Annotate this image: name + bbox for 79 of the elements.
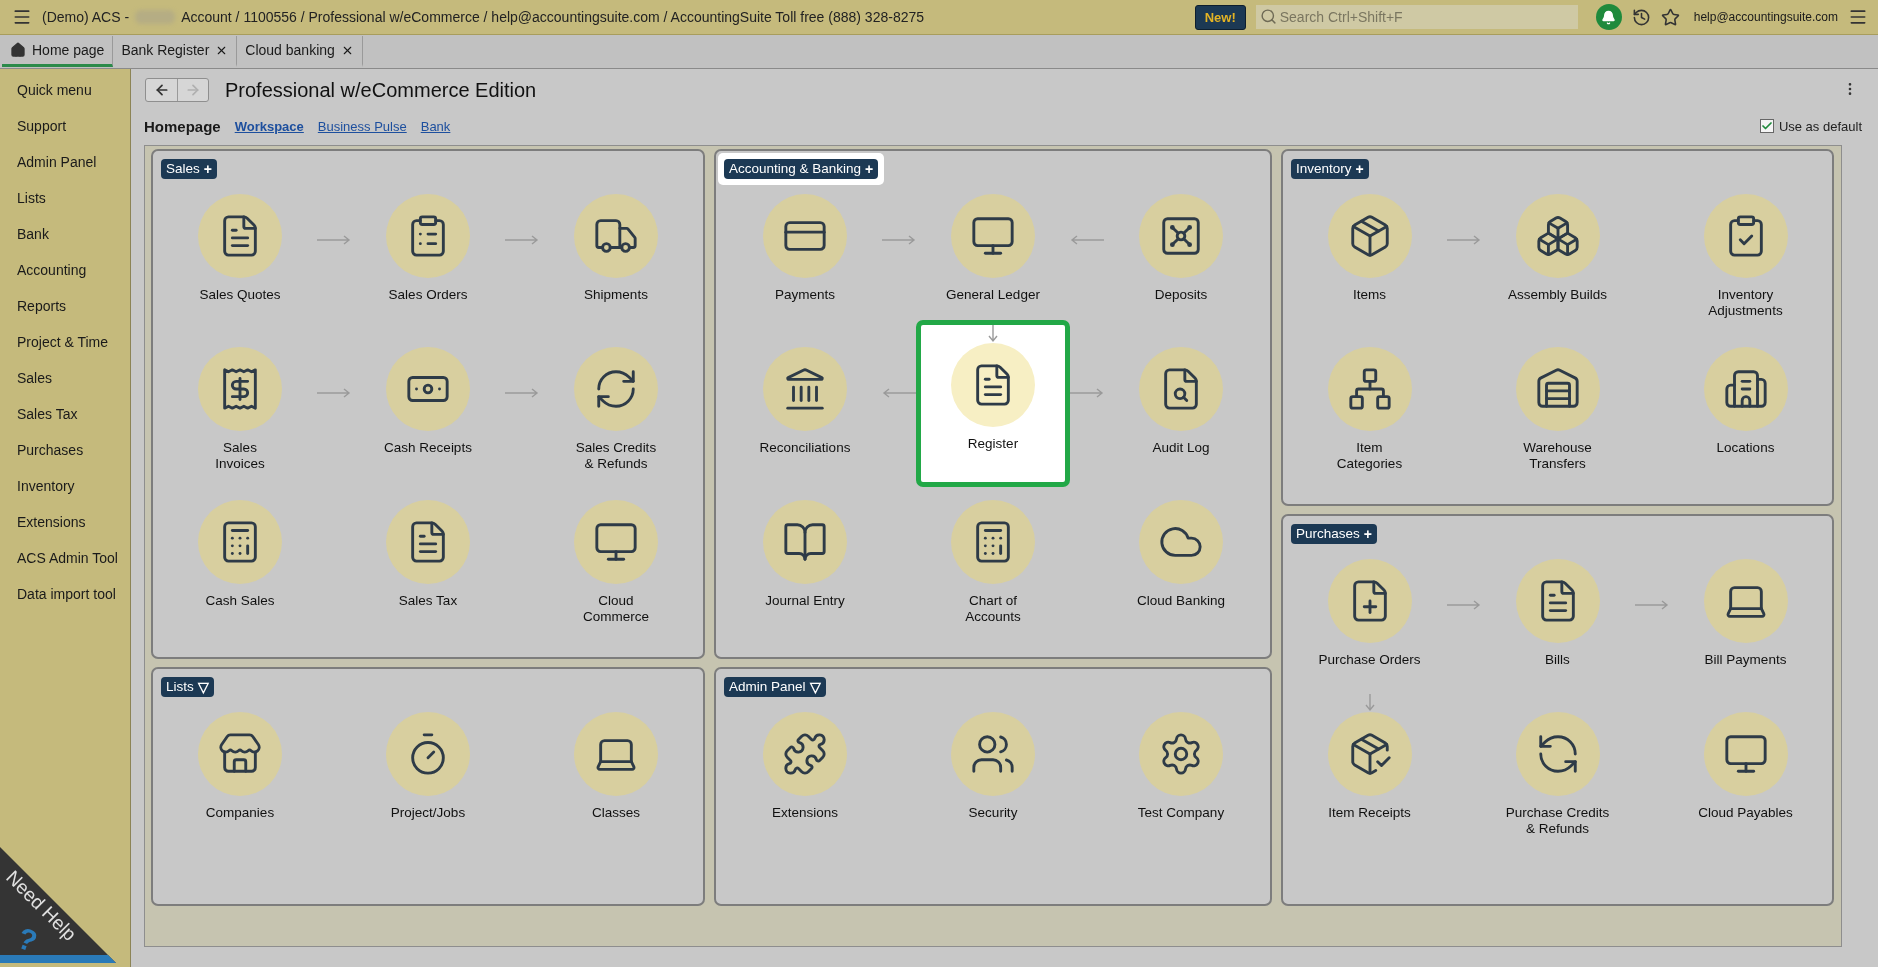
page-title: Professional w/eCommerce Edition <box>225 78 537 102</box>
window-title: Account / 1100556 / Professional w/eCommerce / help@accountingsuite.com / AccountingSuite Toll free (888) 328-8275 <box>181 9 925 25</box>
shortcut-label[interactable]: Sales Invoices <box>215 440 265 472</box>
nav-link[interactable]: Bank <box>420 118 451 134</box>
shortcut-label[interactable]: Reconciliations <box>759 440 851 456</box>
shortcut-label[interactable]: Shipments <box>584 287 648 303</box>
shortcut-label[interactable]: Inventory Adjustments <box>1708 287 1783 319</box>
shortcut-label[interactable]: Sales Orders <box>388 287 468 303</box>
new-button[interactable]: New! <box>1194 4 1246 30</box>
shortcut-label[interactable]: Warehouse Transfers <box>1523 440 1592 472</box>
shortcut-label[interactable]: Cloud Commerce <box>583 593 649 625</box>
shortcut-label[interactable]: General Ledger <box>946 287 1040 303</box>
sidebar-item[interactable]: Sales <box>0 360 130 396</box>
shortcut-label[interactable]: Project/Jobs <box>390 805 466 821</box>
sidebar-item[interactable]: Extensions <box>0 504 130 540</box>
shortcut-label[interactable]: Sales Tax <box>398 593 458 609</box>
checkbox[interactable] <box>1759 119 1774 133</box>
nav-link[interactable]: Workspace <box>234 118 304 134</box>
shortcut-label[interactable]: Bill Payments <box>1704 652 1787 668</box>
sidebar-item[interactable]: Inventory <box>0 468 130 504</box>
sidebar-item[interactable]: Project & Time <box>0 324 130 360</box>
bell-icon[interactable] <box>1595 4 1622 30</box>
tab[interactable]: Bank Register <box>113 36 238 67</box>
shortcut-label[interactable]: Cash Sales <box>205 593 275 609</box>
shortcut-label[interactable]: Security <box>968 805 1018 821</box>
shortcut-label[interactable]: Extensions <box>771 805 838 821</box>
checkbox-label: Use as default <box>1778 118 1862 134</box>
sidebar-item[interactable]: Lists <box>0 180 130 216</box>
arrow-icon <box>1364 694 1375 712</box>
tab[interactable]: Cloud banking <box>237 36 363 67</box>
sidebar-item[interactable]: Reports <box>0 288 130 324</box>
shortcut-label[interactable]: Purchase Credits & Refunds <box>1505 805 1610 837</box>
sidebar-item[interactable]: ACS Admin Tool <box>0 540 130 576</box>
shortcut-label[interactable]: Cloud Banking <box>1137 593 1225 609</box>
page-label: Homepage <box>144 117 221 135</box>
sidebar-item[interactable]: Accounting <box>0 252 130 288</box>
shortcut-label[interactable]: Bills <box>1545 652 1570 668</box>
section-title-button[interactable]: Lists ▽ <box>161 677 214 697</box>
shortcut-label[interactable]: Purchase Orders <box>1318 652 1421 668</box>
section-title-button[interactable]: Sales + <box>161 159 217 179</box>
shortcut-label[interactable]: Locations <box>1716 440 1775 456</box>
arrow-icon <box>988 325 998 343</box>
shortcut-label[interactable]: Register <box>967 436 1019 452</box>
sidebar-item[interactable]: Support <box>0 108 130 144</box>
shortcut-label[interactable]: Payments <box>775 287 835 303</box>
shortcut-label[interactable]: Audit Log <box>1152 440 1210 456</box>
sidebar-item[interactable]: Purchases <box>0 432 130 468</box>
menu-icon[interactable] <box>1848 7 1868 27</box>
shortcut-label[interactable]: Companies <box>205 805 275 821</box>
section-title-button[interactable]: Admin Panel ▽ <box>724 677 826 697</box>
shortcut-label[interactable]: Assembly Builds <box>1507 287 1607 303</box>
section-title-button[interactable]: Purchases + <box>1291 524 1377 544</box>
sidebar-item[interactable]: Bank <box>0 216 130 252</box>
section-title-button[interactable]: Accounting & Banking + <box>724 159 879 179</box>
history-icon[interactable] <box>1631 7 1651 27</box>
shortcut-label[interactable]: Item Receipts <box>1328 805 1411 821</box>
star-icon[interactable] <box>1660 7 1680 27</box>
window-title: (Demo) ACS - <box>42 9 130 25</box>
shortcut-label[interactable]: Items <box>1353 287 1386 303</box>
shortcut-label[interactable]: Journal Entry <box>765 593 845 609</box>
menu-icon[interactable] <box>12 7 32 27</box>
nav-link[interactable]: Business Pulse <box>317 118 407 134</box>
shortcut-label[interactable]: Deposits <box>1154 287 1208 303</box>
shortcut-label[interactable]: Sales Quotes <box>199 287 281 303</box>
shortcut-label[interactable]: Cloud Payables <box>1698 805 1793 821</box>
sidebar-item[interactable]: Sales Tax <box>0 396 130 432</box>
user-email[interactable]: help@accountingsuite.com <box>1693 10 1838 24</box>
sidebar-item[interactable]: Admin Panel <box>0 144 130 180</box>
sidebar-item[interactable]: Data import tool <box>0 576 130 612</box>
home-icon <box>10 42 26 58</box>
shortcut-label[interactable]: Classes <box>592 805 640 821</box>
sidebar-item[interactable]: Quick menu <box>0 72 130 108</box>
search-field[interactable]: Search Ctrl+Shift+F <box>1255 5 1578 29</box>
section-title-button[interactable]: Inventory + <box>1291 159 1369 179</box>
shortcut-label[interactable]: Sales Credits & Refunds <box>575 440 657 472</box>
shortcut-label[interactable]: Chart of Accounts <box>965 593 1021 625</box>
shortcut-label[interactable]: Item Categories <box>1336 440 1403 472</box>
shortcut-label[interactable]: Cash Receipts <box>384 440 472 456</box>
shortcut-label[interactable]: Test Company <box>1137 805 1225 821</box>
